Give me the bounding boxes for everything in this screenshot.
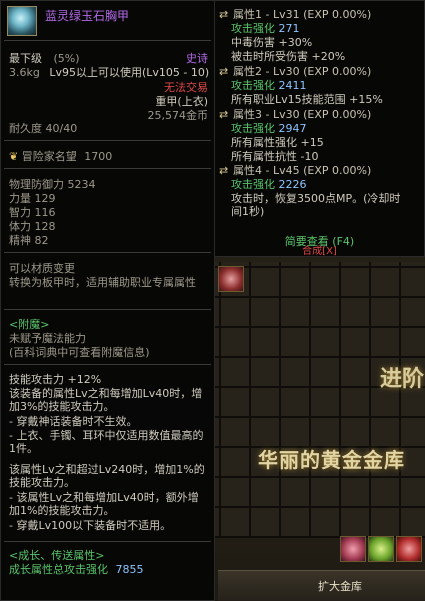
growth-total-row: 成长属性总攻击强化 7855 — [9, 563, 208, 576]
fame-label: 冒险家名望 — [21, 150, 77, 163]
expand-vault-bar[interactable]: 扩大金库 — [218, 570, 425, 601]
divider — [4, 252, 211, 253]
inventory-item-icon[interactable] — [218, 266, 244, 292]
divider — [4, 40, 211, 41]
stat-row: 智力 116 — [9, 206, 56, 219]
material-change: 可以材质变更 — [9, 262, 75, 275]
set-description: - 穿戴Lv100以下装备时不适用。 — [9, 519, 172, 532]
item-durability: 耐久度 40/40 — [9, 122, 78, 135]
promo-banner-text: 华丽的黄金金库 — [258, 448, 405, 472]
level-row: 3.6kg Lv95以上可以使用(Lv105 - 10) — [9, 66, 210, 79]
item-tooltip: 蓝灵绿玉石胸甲 最下级 (5%) 史诗 3.6kg Lv95以上可以使用(Lv1… — [0, 0, 215, 601]
attribute-line: 所有属性抗性 -10 — [231, 150, 319, 163]
enchant-hint: (百科词典中可查看附魔信息) — [9, 346, 150, 359]
fame-badge-icon: ❦ — [9, 150, 19, 163]
quick-slot-item-1[interactable] — [340, 536, 366, 562]
divider — [4, 364, 211, 365]
shuffle-icon: ⇄ — [219, 108, 229, 121]
item-grade: 最下级 — [9, 52, 42, 65]
growth-total-value: 7855 — [115, 563, 144, 576]
enchant-none: 未赋予魔法能力 — [9, 332, 86, 345]
divider — [4, 168, 211, 169]
growth-attributes-tooltip: ⇄ 属性1 - Lv31 (EXP 0.00%) 攻击强化 271 中毒伤害 +3… — [214, 0, 425, 257]
attribute-line: 攻击强化 2226 — [231, 178, 307, 191]
stat-row: 体力 128 — [9, 220, 56, 233]
attribute-line: 中毒伤害 +30% — [231, 36, 313, 49]
quick-slot-item-2[interactable] — [368, 536, 394, 562]
attribute-line: 所有职业Lv15技能范围 +15% — [231, 93, 383, 106]
item-name: 蓝灵绿玉石胸甲 — [45, 9, 130, 23]
attribute-header: ⇄ 属性1 - Lv31 (EXP 0.00%) — [219, 8, 372, 21]
attribute-header: ⇄ 属性2 - Lv30 (EXP 0.00%) — [219, 65, 372, 78]
enchant-header: <附魔> — [9, 318, 50, 331]
divider — [4, 541, 211, 542]
quick-slot-item-3[interactable] — [396, 536, 422, 562]
item-slot-type: 重甲(上衣) — [155, 95, 208, 108]
item-rarity: 史诗 — [186, 52, 208, 65]
attribute-line: 所有属性强化 +15 — [231, 136, 324, 149]
stat-row: 精神 82 — [9, 234, 49, 247]
shuffle-icon: ⇄ — [219, 8, 229, 21]
attribute-line: 攻击强化 271 — [231, 22, 300, 35]
item-grade-percent: (5%) — [53, 52, 80, 65]
attribute-line: 攻击强化 2947 — [231, 122, 307, 135]
attribute-line: 攻击时，恢复3500点MP。(冷却时间1秒) — [231, 192, 401, 218]
divider — [4, 140, 211, 141]
grade-row: 最下级 (5%) 史诗 — [9, 52, 208, 65]
stat-row: 力量 129 — [9, 192, 56, 205]
item-price: 25,574金币 — [147, 109, 209, 122]
inventory-grid[interactable] — [214, 262, 425, 538]
attribute-header: ⇄ 属性4 - Lv45 (EXP 0.00%) — [219, 164, 372, 177]
item-trade-status: 无法交易 — [164, 81, 208, 94]
attribute-header: ⇄ 属性3 - Lv30 (EXP 0.00%) — [219, 108, 372, 121]
material-note: 转换为板甲时，适用辅助职业专属属性 — [9, 276, 196, 289]
set-description: 该属性Lv之和超过Lv240时，增加1%的技能攻击力。 — [9, 463, 205, 489]
set-description: - 该属性Lv之和每增加Lv40时，额外增加1%的技能攻击力。 — [9, 491, 199, 517]
item-weight: 3.6kg — [9, 66, 40, 79]
armor-icon — [7, 6, 37, 36]
expand-vault-button[interactable]: 扩大金库 — [318, 580, 362, 593]
set-description: - 穿戴神话装备时不生效。 — [9, 415, 138, 428]
shuffle-icon: ⇄ — [219, 164, 229, 177]
promo-side-text: 进阶 — [380, 367, 425, 392]
item-level-requirement: Lv95以上可以使用(Lv105 - 10) — [49, 66, 210, 79]
set-description: - 上衣、手镯、耳环中仅适用数值最高的1件。 — [9, 429, 204, 455]
set-description: 该装备的属性Lv之和每增加Lv40时，增加3%的技能攻击力。 — [9, 387, 203, 413]
shuffle-icon: ⇄ — [219, 65, 229, 78]
skill-attack: 技能攻击力 +12% — [9, 373, 102, 386]
attribute-line: 攻击强化 2411 — [231, 79, 307, 92]
growth-total-label: 成长属性总攻击强化 — [9, 563, 108, 576]
attribute-line: 被击时所受伤害 +20% — [231, 50, 346, 63]
fame-value: 1700 — [84, 150, 113, 163]
growth-header: <成长、传送属性> — [9, 549, 105, 562]
divider — [4, 309, 211, 310]
fame-row: ❦ 冒险家名望 1700 — [9, 150, 208, 163]
stat-row: 物理防御力 5234 — [9, 178, 96, 191]
compose-button[interactable]: 合成[X] — [215, 246, 424, 257]
